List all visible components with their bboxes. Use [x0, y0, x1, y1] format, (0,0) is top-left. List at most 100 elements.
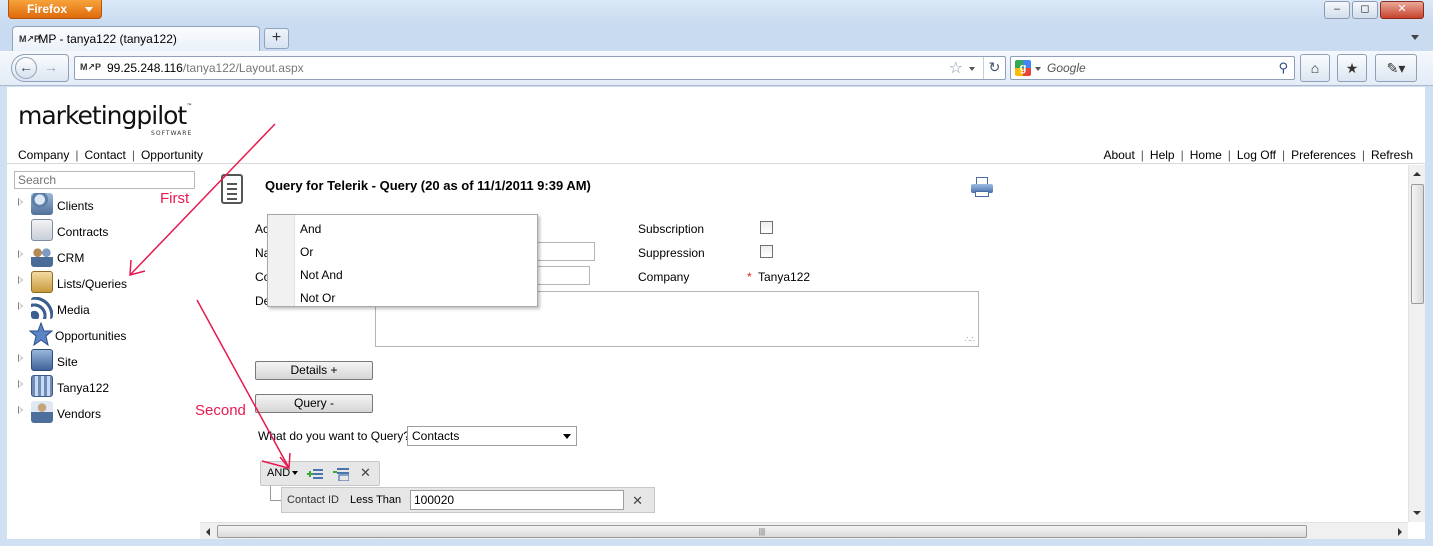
group-operator-dropdown[interactable]: AND [267, 467, 299, 479]
forward-button[interactable]: → [44, 59, 58, 75]
horizontal-scrollbar[interactable]: ||| [200, 522, 1408, 539]
vertical-scrollbar[interactable] [1408, 165, 1425, 522]
url-history-dropdown-icon[interactable] [969, 67, 975, 71]
nav-contact[interactable]: Contact [84, 148, 125, 162]
tanya122-icon [31, 375, 53, 397]
menu-item-not-and[interactable]: Not And [300, 268, 343, 282]
utility-nav: About | Help | Home | Log Off | Preferences | Refr… [1103, 148, 1413, 162]
sidebar-item-tanya122[interactable]: Tanya122 [15, 375, 200, 401]
tab-strip: M↗P MP - tanya122 (tanya122) + [0, 24, 1433, 51]
expand-arrow-icon[interactable] [18, 250, 23, 258]
page-title: Query for Telerik - Query (20 as of 11/1… [265, 178, 591, 193]
sidebar-item-site[interactable]: Site [15, 349, 200, 375]
maximize-button[interactable]: ◻ [1352, 1, 1378, 19]
condition-operator[interactable]: Less Than [350, 494, 401, 506]
subscription-label: Subscription [638, 222, 705, 236]
add-group-icon[interactable] [333, 467, 349, 481]
back-button[interactable]: ← [15, 57, 37, 79]
tab-list-chevron-icon[interactable] [1411, 35, 1419, 40]
search-engine-dropdown-icon[interactable] [1035, 67, 1041, 71]
nav-about[interactable]: About [1103, 148, 1134, 162]
expand-arrow-icon[interactable] [18, 302, 23, 310]
media-icon [31, 297, 53, 319]
opportunities-icon [29, 322, 53, 346]
expand-arrow-icon[interactable] [18, 276, 23, 284]
scroll-right-icon[interactable] [1398, 528, 1402, 536]
remove-group-icon[interactable]: ✕ [360, 465, 371, 481]
menu-item-or[interactable]: Or [300, 245, 313, 259]
google-engine-icon[interactable]: g [1015, 60, 1031, 76]
sidebar-item-opportunities[interactable]: Opportunities [15, 322, 200, 349]
minimize-button[interactable]: – [1324, 1, 1350, 19]
notepad-icon [221, 174, 243, 204]
bookmark-star-icon[interactable]: ☆ [949, 58, 963, 78]
menu-item-and[interactable]: And [300, 222, 321, 236]
vendors-icon [31, 401, 53, 423]
menu-item-not-or[interactable]: Not Or [300, 291, 335, 305]
firefox-menu-button[interactable]: Firefox [8, 0, 102, 19]
suppression-checkbox[interactable] [760, 245, 773, 258]
url-bar[interactable]: M↗P 99.25.248.116/tanya122/Layout.aspx ☆… [74, 56, 1006, 80]
sidebar-item-lists-queries[interactable]: Lists/Queries [15, 271, 200, 297]
nav-preferences[interactable]: Preferences [1291, 148, 1356, 162]
tab-title: MP - tanya122 (tanya122) [38, 32, 177, 46]
scroll-up-icon[interactable] [1413, 172, 1421, 176]
logo-subtitle: SOFTWARE [151, 130, 193, 137]
url-text[interactable]: 99.25.248.116/tanya122/Layout.aspx [107, 61, 304, 75]
nav-refresh[interactable]: Refresh [1371, 148, 1413, 162]
query-type-value: Contacts [412, 429, 460, 443]
condition-field[interactable]: Contact ID [287, 494, 339, 506]
sidebar-item-crm[interactable]: CRM [15, 245, 200, 271]
horizontal-scroll-thumb[interactable]: ||| [217, 525, 1307, 538]
browser-tab[interactable]: M↗P MP - tanya122 (tanya122) [12, 26, 260, 51]
expand-arrow-icon[interactable] [18, 380, 23, 388]
expand-arrow-icon[interactable] [18, 198, 23, 206]
favicon-icon: M↗P [19, 33, 41, 44]
bookmarks-button[interactable]: ★ [1337, 54, 1367, 82]
home-button[interactable]: ⌂ [1300, 54, 1330, 82]
query-prompt: What do you want to Query? [258, 429, 411, 443]
subscription-checkbox[interactable] [760, 221, 773, 234]
site-identity-icon[interactable]: M↗P [80, 62, 101, 73]
chevron-down-icon [85, 7, 93, 12]
sidebar-item-media[interactable]: Media [15, 297, 200, 323]
expand-arrow-icon[interactable] [18, 406, 23, 414]
sidebar-item-contracts[interactable]: Contracts [15, 219, 200, 245]
nav-help[interactable]: Help [1150, 148, 1175, 162]
contracts-icon [31, 219, 53, 241]
suppression-label: Suppression [638, 246, 705, 260]
nav-home[interactable]: Home [1190, 148, 1222, 162]
chevron-down-icon [563, 434, 571, 439]
addon-button[interactable]: ✎▾ [1375, 54, 1417, 82]
marketingpilot-logo[interactable]: marketingpilot™ SOFTWARE [18, 101, 192, 137]
expand-arrow-icon[interactable] [18, 354, 23, 362]
scroll-left-icon[interactable] [206, 528, 210, 536]
new-tab-button[interactable]: + [264, 28, 289, 49]
nav-opportunity[interactable]: Opportunity [141, 148, 203, 162]
vertical-scroll-thumb[interactable] [1411, 184, 1424, 304]
query-condition-row: Contact ID Less Than 100020 ✕ [281, 487, 655, 513]
reload-button[interactable]: ↻ [983, 57, 1005, 79]
print-icon[interactable] [971, 177, 993, 197]
scroll-down-icon[interactable] [1413, 511, 1421, 515]
search-placeholder: Google [1047, 61, 1086, 75]
company-label: Company [638, 270, 690, 284]
sidebar-search-input[interactable] [14, 171, 195, 189]
lists-queries-icon [31, 271, 53, 293]
company-value: Tanya122 [758, 270, 811, 284]
sidebar-item-vendors[interactable]: Vendors [15, 401, 200, 427]
condition-value-input[interactable]: 100020 [410, 490, 624, 510]
add-condition-icon[interactable] [307, 467, 323, 481]
query-type-select[interactable]: Contacts [407, 426, 577, 446]
details-toggle-button[interactable]: Details + [255, 361, 373, 380]
close-window-button[interactable]: ✕ [1380, 1, 1424, 19]
resize-grip-icon[interactable]: ∴∴ [965, 335, 975, 344]
query-toggle-button[interactable]: Query - [255, 394, 373, 413]
annotation-first: First [160, 190, 190, 207]
search-bar[interactable]: g Google ⚲ [1010, 56, 1295, 80]
sidebar-tree: Clients Contracts CRM Lists/Queries Medi… [15, 193, 200, 427]
search-icon[interactable]: ⚲ [1278, 60, 1288, 76]
nav-log-off[interactable]: Log Off [1237, 148, 1276, 162]
nav-company[interactable]: Company [18, 148, 69, 162]
remove-condition-icon[interactable]: ✕ [632, 493, 643, 509]
